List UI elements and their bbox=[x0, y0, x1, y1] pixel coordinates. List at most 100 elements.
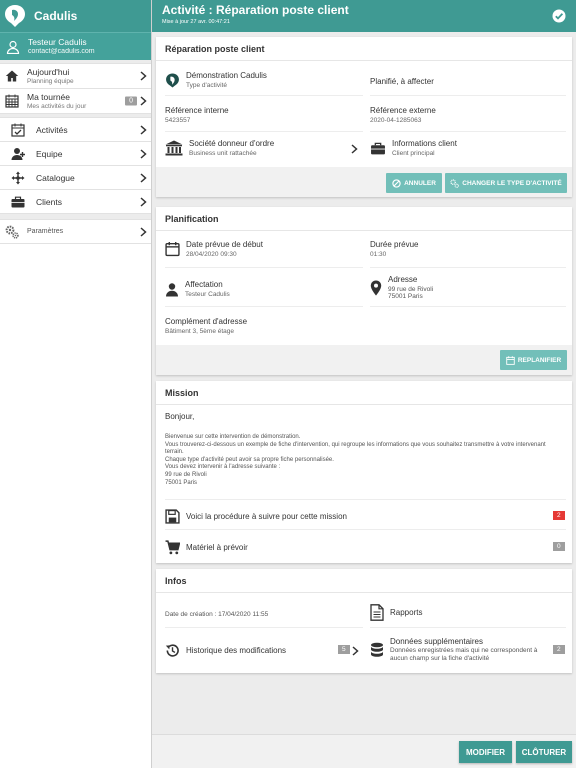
address-line-1: 99 rue de Rivoli bbox=[388, 286, 434, 293]
creation-date: Date de création : 17/04/2020 11:55 bbox=[165, 609, 268, 618]
header: Activité : Réparation poste client Mise … bbox=[152, 0, 576, 32]
assignment[interactable]: Affectation Testeur Cadulis bbox=[165, 280, 230, 298]
sidebar-item-label: Activités bbox=[36, 124, 68, 135]
activity-type-label: Type d'activité bbox=[186, 82, 227, 89]
change-type-button[interactable]: CHANGER LE TYPE D'ACTIVITÉ bbox=[445, 173, 567, 193]
activity-type[interactable]: Démonstration Cadulis Type d'activité bbox=[165, 71, 267, 89]
sidebar-item-label: Aujourd'hui bbox=[27, 67, 70, 77]
sidebar-item-parametres[interactable]: Paramètres bbox=[0, 220, 151, 244]
user-profile[interactable]: Testeur Cadulis contact@cadulis.com bbox=[0, 32, 151, 60]
chevron-right-icon[interactable] bbox=[351, 144, 358, 154]
check-circle-icon[interactable] bbox=[552, 9, 566, 23]
count-badge: 0 bbox=[125, 96, 137, 106]
chevron-right-icon bbox=[140, 196, 147, 207]
briefcase-icon bbox=[11, 196, 25, 207]
address[interactable]: Adresse 99 rue de Rivoli 75001 Paris bbox=[370, 275, 433, 300]
extra-data-sub: Données enregistrées mais qui ne corresp… bbox=[390, 647, 538, 662]
chevron-right-icon[interactable] bbox=[352, 646, 359, 656]
company-sub: Business unit rattachée bbox=[189, 150, 257, 157]
cadulis-logo-icon bbox=[5, 5, 25, 27]
sidebar-item-equipe[interactable]: Equipe bbox=[0, 142, 151, 166]
sidebar-item-today[interactable]: Aujourd'hui Planning équipe bbox=[0, 64, 151, 89]
divider bbox=[370, 627, 566, 628]
divider bbox=[370, 306, 566, 307]
material-count-badge: 0 bbox=[553, 542, 565, 551]
field-value: 01:30 bbox=[370, 251, 387, 258]
mission-line: 75001 Paris bbox=[165, 479, 198, 486]
calendar-icon bbox=[165, 242, 180, 257]
planned-duration: Durée prévue 01:30 bbox=[370, 240, 418, 258]
sidebar-item-clients[interactable]: Clients bbox=[0, 190, 151, 214]
home-icon bbox=[5, 70, 19, 82]
shopping-cart-icon bbox=[165, 540, 180, 555]
mission-line: Vous devez intervenir à l'adresse suivan… bbox=[165, 464, 281, 471]
procedure-row[interactable]: Voici la procédure à suivre pour cette m… bbox=[165, 509, 347, 524]
company-row[interactable]: Société donneur d'ordre Business unit rat… bbox=[165, 139, 274, 157]
extra-data-row[interactable]: Données supplémentaires Données enregistr… bbox=[370, 637, 570, 662]
divider bbox=[165, 131, 363, 132]
sidebar-item-activites[interactable]: Activités bbox=[0, 118, 151, 142]
user-add-icon bbox=[11, 147, 25, 160]
material-row[interactable]: Matériel à prévoir bbox=[165, 540, 248, 555]
chevron-right-icon bbox=[140, 172, 147, 183]
divider bbox=[165, 306, 363, 307]
button-label: REPLANIFIER bbox=[517, 356, 562, 364]
user-icon bbox=[166, 282, 178, 296]
user-name: Testeur Cadulis bbox=[28, 37, 87, 47]
mission-line: 99 rue de Rivoli bbox=[165, 471, 207, 478]
user-email: contact@cadulis.com bbox=[28, 48, 95, 55]
page-title: Activité : Réparation poste client bbox=[162, 3, 349, 17]
calendar-grid-icon bbox=[5, 94, 19, 108]
activity-status: Planifié, à affecter bbox=[370, 77, 434, 86]
bank-building-icon bbox=[165, 140, 183, 156]
client-sub: Client principal bbox=[392, 150, 435, 157]
field-label: Référence interne bbox=[165, 106, 229, 115]
card-title: Mission bbox=[156, 381, 572, 405]
card-title: Planification bbox=[156, 207, 572, 231]
sidebar-item-catalogue[interactable]: Catalogue bbox=[0, 166, 151, 190]
history-label: Historique des modifications bbox=[186, 646, 287, 655]
field-label: Complément d'adresse bbox=[165, 317, 248, 326]
creation-date-text: Date de création : 17/04/2020 11:55 bbox=[165, 611, 269, 618]
extra-data-label: Données supplémentaires bbox=[390, 637, 483, 646]
mission-line: Chaque type d'activité peut avoir sa pro… bbox=[165, 456, 334, 463]
history-row[interactable]: Historique des modifications bbox=[165, 643, 286, 658]
divider bbox=[165, 529, 566, 530]
chevron-right-icon bbox=[140, 226, 147, 237]
divider bbox=[165, 95, 363, 96]
document-icon bbox=[370, 604, 384, 621]
internal-reference: Référence interne 5423557 bbox=[165, 106, 229, 124]
chevron-right-icon bbox=[140, 148, 147, 159]
client-info-row[interactable]: Informations client Client principal bbox=[370, 139, 457, 157]
move-arrows-icon bbox=[11, 171, 25, 184]
cancel-button[interactable]: ANNULER bbox=[386, 173, 442, 193]
status-text: Planifié, à affecter bbox=[370, 77, 434, 86]
modify-button[interactable]: MODIFIER bbox=[459, 741, 512, 763]
divider bbox=[370, 267, 566, 268]
address-line-2: 75001 Paris bbox=[388, 293, 423, 300]
button-label: CHANGER LE TYPE D'ACTIVITÉ bbox=[462, 179, 562, 187]
mission-description: Bienvenue sur cette intervention de démo… bbox=[165, 434, 565, 487]
divider bbox=[370, 95, 566, 96]
greeting-text: Bonjour, bbox=[165, 412, 195, 421]
reports-row[interactable]: Rapports bbox=[370, 604, 422, 621]
field-value: 5423557 bbox=[165, 117, 191, 124]
mission-line: Vous trouverez-ci-dessous un exemple de … bbox=[165, 441, 546, 456]
calendar-icon bbox=[506, 355, 515, 365]
address-complement: Complément d'adresse Bâtiment 3, 5ème éta… bbox=[165, 317, 247, 335]
field-label: Référence externe bbox=[370, 106, 436, 115]
company-label: Société donneur d'ordre bbox=[189, 139, 275, 148]
card-title: Réparation poste client bbox=[156, 37, 572, 61]
close-activity-button[interactable]: CLÔTURER bbox=[516, 741, 572, 763]
field-value: 2020-04-1285063 bbox=[370, 117, 422, 124]
sidebar-item-tour[interactable]: Ma tournée Mes activités du jour 0 bbox=[0, 89, 151, 114]
brand-name: Cadulis bbox=[34, 9, 78, 23]
start-date: Date prévue de début 28/04/2020 09:30 bbox=[165, 240, 263, 258]
replan-button[interactable]: REPLANIFIER bbox=[500, 350, 567, 370]
field-label: Affectation bbox=[185, 280, 223, 289]
gears-icon bbox=[450, 178, 460, 188]
sidebar-item-label: Equipe bbox=[36, 148, 63, 159]
sidebar-item-label: Paramètres bbox=[27, 228, 64, 235]
sidebar-item-label: Catalogue bbox=[36, 172, 75, 183]
external-reference: Référence externe 2020-04-1285063 bbox=[370, 106, 436, 124]
